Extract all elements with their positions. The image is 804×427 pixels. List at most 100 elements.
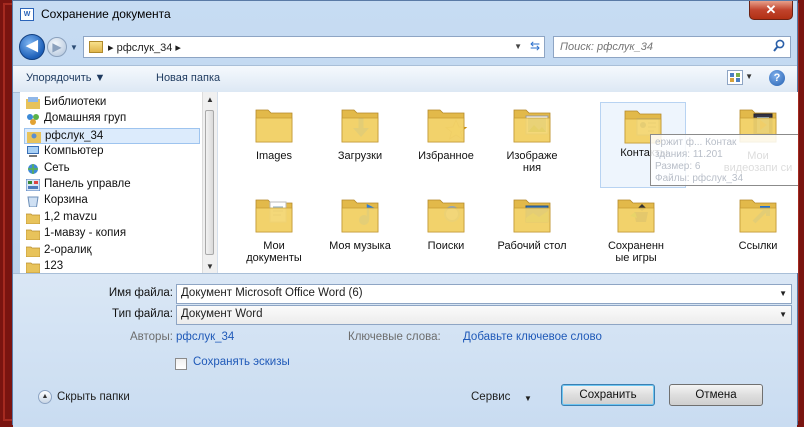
file-item-label: Images — [255, 150, 293, 162]
file-item[interactable]: Загрузки — [324, 98, 396, 178]
tree-item[interactable]: Домашняя груп — [24, 111, 200, 127]
filetype-label: Тип файла: — [112, 308, 173, 320]
scroll-down-icon[interactable]: ▼ — [206, 262, 214, 271]
control-panel-icon — [25, 178, 41, 192]
file-list: Images Загрузки Избранное Изображе ния Конта… — [218, 92, 798, 273]
hide-folders-label: Скрыть папки — [57, 391, 130, 403]
navigation-bar: ◀ ▶ ▼ ▸ рфслук_34 ▸ ▼ ⇆ — [13, 29, 797, 65]
tree-item[interactable]: Панель управле — [24, 177, 200, 193]
tree-item-label: Сеть — [44, 161, 70, 174]
filetype-dropdown-icon[interactable]: ▼ — [779, 310, 787, 319]
help-icon[interactable]: ? — [769, 70, 785, 86]
history-dropdown-icon[interactable]: ▼ — [70, 43, 78, 52]
tree-item-label: Компьютер — [44, 145, 104, 158]
file-item[interactable]: Избранное — [410, 98, 482, 178]
tree-item[interactable]: 2-оралиқ — [24, 243, 200, 259]
close-button[interactable]: ✕ — [749, 1, 793, 20]
tree-item[interactable]: Библиотеки — [24, 95, 200, 111]
keywords-value[interactable]: Добавьте ключевое слово — [463, 331, 602, 343]
word-app-icon: W — [20, 8, 34, 21]
file-item[interactable]: Изображе ния — [496, 98, 568, 178]
folder-tooltip: ержит ф... Контак здания: 11.201 Размер: 6… — [650, 134, 798, 186]
filename-dropdown-icon[interactable]: ▼ — [779, 289, 787, 298]
breadcrumb[interactable]: ▸ рфслук_34 ▸ — [108, 41, 181, 54]
file-item[interactable]: Рабочий стол — [496, 188, 568, 268]
file-item[interactable]: Сохраненн ые игры — [600, 188, 672, 268]
tree-item-label: Библиотеки — [44, 96, 107, 108]
tree-item[interactable]: Корзина — [24, 193, 200, 209]
breadcrumb-item[interactable]: рфслук_34 — [117, 42, 173, 54]
filename-label: Имя файла: — [108, 287, 173, 299]
file-item[interactable]: Поиски — [410, 188, 482, 268]
folder-icon — [25, 212, 41, 225]
save-button[interactable]: Сохранить — [561, 384, 655, 406]
file-item[interactable]: Images — [238, 98, 310, 178]
links-folder-icon — [738, 194, 780, 236]
save-thumbnails-label[interactable]: Сохранять эскизы — [193, 356, 290, 368]
filename-value[interactable]: Документ Microsoft Office Word (6) — [181, 287, 363, 299]
recycle-bin-icon — [26, 195, 40, 208]
authors-value[interactable]: рфслук_34 — [176, 331, 234, 343]
view-dropdown-icon[interactable]: ▼ — [745, 72, 753, 81]
file-item-label: Поиски — [427, 240, 465, 252]
save-thumbnails-checkbox[interactable] — [175, 358, 187, 370]
search-input[interactable] — [558, 40, 762, 54]
refresh-icon[interactable]: ⇆ — [530, 39, 540, 53]
filetype-select[interactable]: Документ Word ▼ — [176, 305, 792, 325]
desktop-folder-icon — [512, 194, 554, 236]
music-folder-icon — [340, 194, 382, 236]
network-icon — [26, 163, 40, 175]
title-bar: W Сохранение документа ✕ — [13, 1, 797, 29]
tree-item-label: Панель управле — [44, 178, 131, 190]
libraries-icon — [26, 97, 40, 109]
tools-button[interactable]: Сервис — [471, 391, 510, 403]
tree-item[interactable]: 1-мавзу - копия — [24, 226, 200, 242]
file-item[interactable]: Ссылки — [722, 188, 794, 268]
downloads-folder-icon — [340, 104, 382, 146]
tree-item-label: 1,2 mavzu — [44, 210, 98, 223]
filename-field[interactable]: Документ Microsoft Office Word (6) ▼ — [176, 284, 792, 304]
filetype-value[interactable]: Документ Word — [181, 308, 262, 320]
file-item-label: Изображе ния — [506, 150, 558, 174]
back-button[interactable]: ◀ — [19, 34, 45, 60]
saved-games-folder-icon — [616, 194, 658, 236]
file-item[interactable]: Моя музыка — [324, 188, 396, 268]
tree-item[interactable]: рфслук_34 — [24, 127, 200, 144]
save-options-panel: Имя файла: Документ Microsoft Office Wor… — [13, 273, 797, 427]
favorites-folder-icon — [426, 104, 468, 146]
file-item-label: Мои документы — [246, 240, 302, 264]
new-folder-button[interactable]: Новая папка — [156, 72, 220, 84]
tooltip-line: здания: 11.201 — [655, 149, 723, 160]
scroll-up-icon[interactable]: ▲ — [206, 95, 214, 104]
address-dropdown-icon[interactable]: ▼ — [514, 42, 522, 51]
searches-folder-icon — [426, 194, 468, 236]
tree-item[interactable]: 123 — [24, 259, 200, 273]
forward-button[interactable]: ▶ — [47, 37, 67, 57]
search-icon[interactable] — [773, 39, 785, 54]
file-item[interactable]: Мои документы — [238, 188, 310, 268]
file-item-label: Ссылки — [738, 240, 778, 252]
documents-folder-icon — [254, 194, 296, 236]
cancel-button[interactable]: Отмена — [669, 384, 763, 406]
user-folder-icon — [27, 131, 41, 143]
tree-item-label: 2-оралиқ — [44, 243, 92, 256]
view-options-icon[interactable] — [727, 70, 743, 85]
tooltip-line: Размер: 6 — [655, 161, 701, 172]
folder-icon — [25, 245, 41, 257]
organize-button[interactable]: Упорядочить ▼ — [26, 72, 105, 84]
scroll-thumb[interactable] — [205, 110, 214, 255]
address-bar[interactable]: ▸ рфслук_34 ▸ ▼ ⇆ — [83, 36, 545, 58]
homegroup-icon — [26, 113, 40, 126]
folder-icon — [254, 104, 296, 146]
command-toolbar: Упорядочить ▼ Новая папка ▼ ? — [13, 65, 797, 93]
pictures-folder-icon — [512, 104, 554, 146]
tree-item[interactable]: 1,2 mavzu — [24, 210, 200, 226]
tree-scrollbar[interactable]: ▲ ▼ — [202, 92, 217, 273]
folder-icon — [25, 261, 41, 273]
tree-item[interactable]: Компьютер — [24, 144, 200, 160]
search-box[interactable] — [553, 36, 791, 58]
window-title: Сохранение документа — [41, 7, 171, 21]
tools-dropdown-icon[interactable]: ▼ — [524, 394, 532, 403]
file-item-label: Загрузки — [337, 150, 383, 162]
tree-item[interactable]: Сеть — [24, 161, 200, 177]
